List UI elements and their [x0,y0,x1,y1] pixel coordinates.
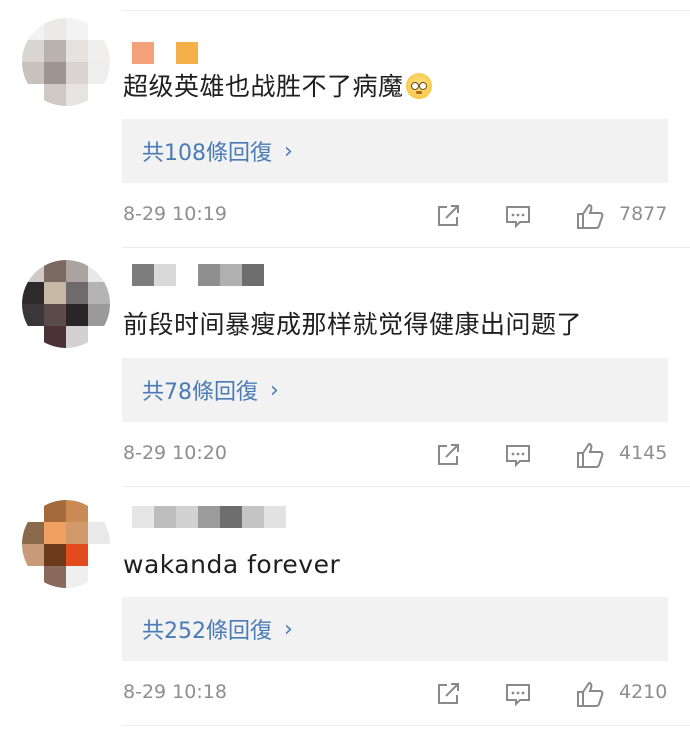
avatar[interactable] [22,500,110,588]
like-count: 7877 [619,203,668,225]
reply-box[interactable]: 共252條回復 › [122,597,668,661]
comment-icon[interactable] [503,440,533,470]
share-icon[interactable] [433,201,463,231]
comment-text: 超级英雄也战胜不了病魔 [123,70,432,104]
share-icon[interactable] [433,440,463,470]
chevron-right-icon: › [284,138,293,164]
avatar[interactable] [22,18,110,106]
comment-icon[interactable] [503,201,533,231]
thumbs-up-icon[interactable] [575,679,605,709]
comment-meta: 8-29 10:18 4210 [123,679,669,709]
view-replies-link[interactable]: 共252條回復 › [142,613,293,645]
comment-divider [122,725,690,726]
comment-divider [122,247,690,248]
thumbs-up-icon[interactable] [575,201,605,231]
top-divider [122,10,690,11]
share-icon[interactable] [433,679,463,709]
comment-text: wakanda forever [123,550,341,579]
comment-time: 8-29 10:20 [123,442,227,464]
comment-time: 8-29 10:18 [123,681,227,703]
username-blurred[interactable] [132,42,198,64]
chevron-right-icon: › [270,377,279,403]
like-count: 4210 [619,681,668,703]
comment-time: 8-29 10:19 [123,203,227,225]
comment-divider [122,486,690,487]
chevron-right-icon: › [284,616,293,642]
view-replies-link[interactable]: 共78條回復 › [142,374,279,406]
like-count: 4145 [619,442,668,464]
flushed-face-icon [405,73,432,99]
thumbs-up-icon[interactable] [575,440,605,470]
comment-meta: 8-29 10:19 7877 [123,201,669,231]
view-replies-link[interactable]: 共108條回復 › [142,135,293,167]
comment-icon[interactable] [503,679,533,709]
comment-meta: 8-29 10:20 4145 [123,440,669,470]
reply-box[interactable]: 共78條回復 › [122,358,668,422]
reply-box[interactable]: 共108條回復 › [122,119,668,183]
username-blurred[interactable] [132,264,264,286]
username-blurred[interactable] [132,506,286,528]
comment-text: 前段时间暴瘦成那样就觉得健康出问题了 [123,310,583,339]
avatar[interactable] [22,260,110,348]
